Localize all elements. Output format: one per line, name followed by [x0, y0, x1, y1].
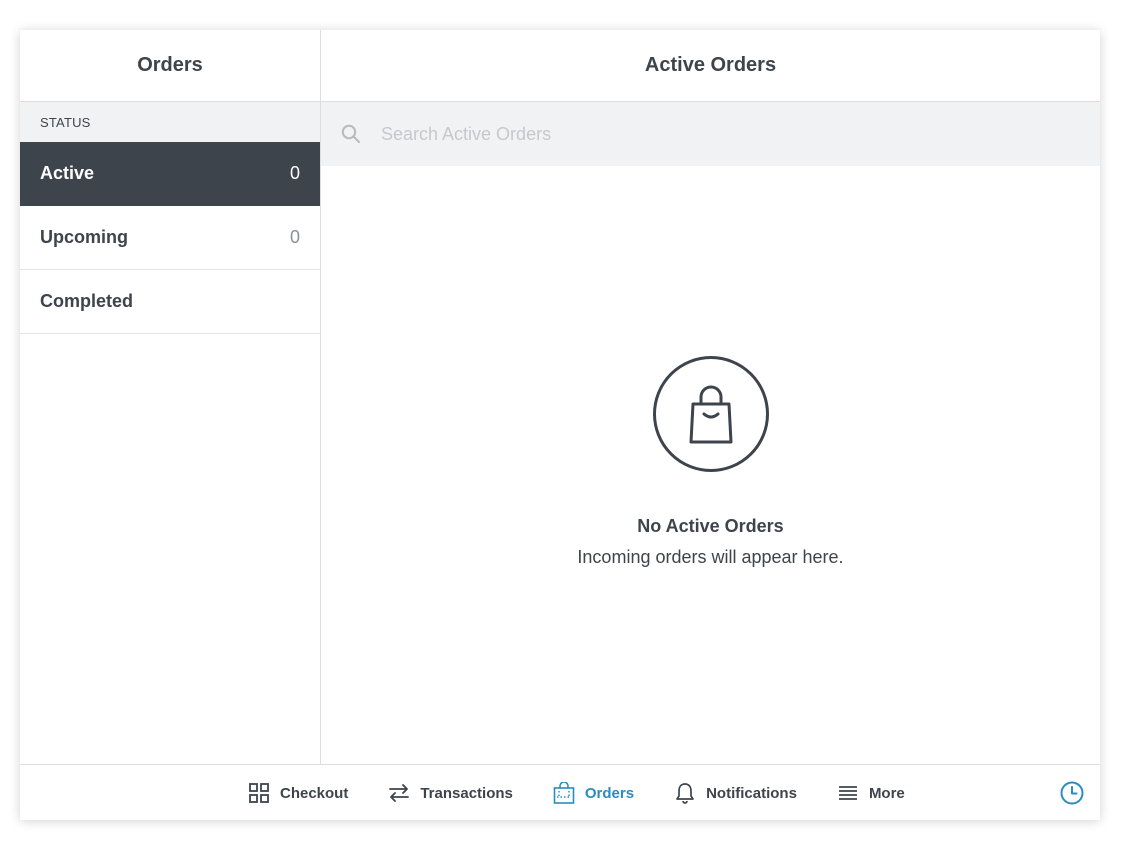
nav-item-notifications[interactable]: Notifications — [674, 782, 797, 804]
nav-item-label: Notifications — [706, 784, 797, 802]
bottom-nav-items: Checkout Transactions Orders Notificatio… — [248, 765, 945, 820]
status-item-count: 0 — [289, 227, 300, 247]
search-input[interactable] — [379, 122, 983, 146]
sidebar-title: Orders — [20, 30, 320, 102]
status-item-upcoming[interactable]: Upcoming 0 — [20, 206, 320, 270]
main-pane: Active Orders No Active Orders Incoming … — [321, 30, 1100, 764]
nav-item-label: Transactions — [420, 784, 513, 802]
nav-item-transactions[interactable]: Transactions — [388, 782, 513, 804]
transfer-arrows-icon — [388, 782, 410, 804]
nav-item-label: Checkout — [280, 784, 349, 802]
empty-state-circle — [652, 356, 769, 472]
app-window: Orders STATUS Active 0 Upcoming 0 Comple… — [20, 30, 1100, 820]
status-item-label: Upcoming — [40, 227, 128, 247]
bottom-nav: Checkout Transactions Orders Notificatio… — [20, 764, 1100, 820]
search-bar[interactable] — [321, 102, 1100, 166]
empty-state-subtitle: Incoming orders will appear here. — [577, 547, 844, 567]
nav-item-checkout[interactable]: Checkout — [248, 782, 348, 804]
page-title: Active Orders — [321, 30, 1100, 102]
orders-bag-icon — [553, 782, 575, 804]
status-item-active[interactable]: Active 0 — [20, 142, 320, 206]
sidebar: Orders STATUS Active 0 Upcoming 0 Comple… — [20, 30, 321, 764]
status-section-label: STATUS — [20, 102, 320, 142]
menu-lines-icon — [837, 782, 859, 804]
empty-state: No Active Orders Incoming orders will ap… — [321, 356, 1100, 568]
nav-item-label: Orders — [584, 784, 635, 802]
nav-item-orders[interactable]: Orders — [553, 782, 634, 804]
search-icon — [341, 124, 360, 143]
status-item-count: 0 — [289, 163, 300, 183]
status-item-completed[interactable]: Completed — [20, 270, 320, 334]
nav-item-more[interactable]: More — [837, 782, 905, 804]
empty-state-title: No Active Orders — [637, 516, 784, 536]
status-item-label: Completed — [40, 291, 134, 311]
shopping-bag-icon — [689, 385, 732, 444]
status-item-label: Active — [40, 163, 95, 183]
grid-icon — [248, 782, 270, 804]
clock-icon[interactable] — [1060, 781, 1084, 805]
nav-item-label: More — [868, 784, 905, 802]
bell-icon — [674, 782, 696, 804]
